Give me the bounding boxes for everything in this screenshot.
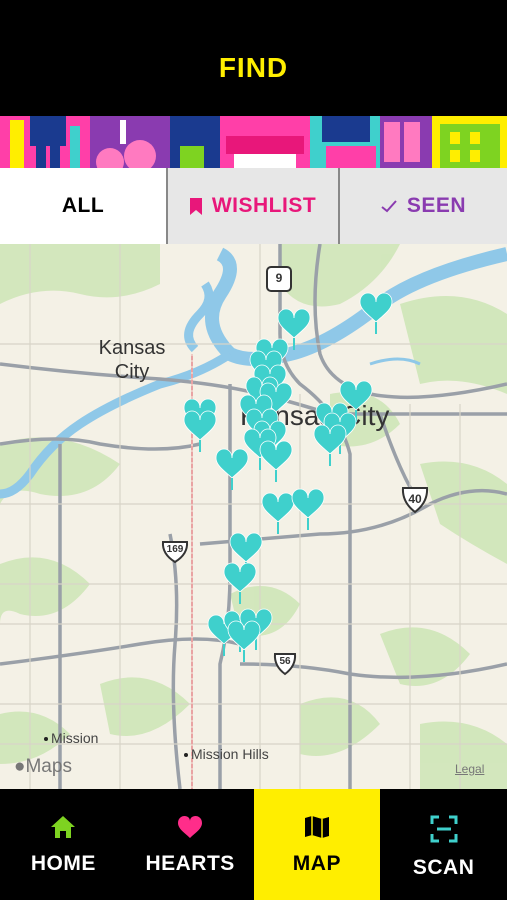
tab-hearts-label: HEARTS xyxy=(145,852,235,875)
map-markers xyxy=(183,292,393,663)
home-icon xyxy=(50,815,76,844)
heart-marker[interactable] xyxy=(183,410,217,453)
scan-icon xyxy=(430,815,458,848)
tab-map[interactable]: MAP xyxy=(253,789,381,900)
heart-marker[interactable] xyxy=(291,488,325,531)
filter-seen-label: SEEN xyxy=(406,194,467,217)
tab-home[interactable]: HOME xyxy=(0,789,127,900)
map-view[interactable]: Kansas City Kansas City Mission Mission … xyxy=(0,244,507,789)
city-illustration-banner xyxy=(0,116,507,168)
checkmark-icon xyxy=(381,199,397,213)
filter-tabs: ALL WISHLIST SEEN xyxy=(0,168,507,244)
tab-map-label: MAP xyxy=(292,852,341,875)
page-title: FIND xyxy=(218,52,289,83)
map-icon xyxy=(304,815,330,844)
filter-seen-button[interactable]: SEEN xyxy=(340,168,507,244)
tab-hearts[interactable]: HEARTS xyxy=(127,789,254,900)
apple-logo-icon: ● xyxy=(14,756,26,777)
heart-marker[interactable] xyxy=(313,424,347,467)
heart-marker[interactable] xyxy=(223,562,257,605)
filter-all-button[interactable]: ALL xyxy=(0,168,168,244)
legal-link[interactable]: Legal xyxy=(455,762,484,776)
tab-scan[interactable]: SCAN xyxy=(380,789,507,900)
bottom-tab-bar: HOME HEARTS MAP SCAN xyxy=(0,789,507,900)
filter-wishlist-label: WISHLIST xyxy=(211,194,317,217)
tab-home-label: HOME xyxy=(30,852,96,875)
header: FIND xyxy=(0,0,507,116)
heart-marker[interactable] xyxy=(215,448,249,491)
heart-marker-group xyxy=(183,292,393,663)
heart-icon xyxy=(177,815,203,844)
heart-marker[interactable] xyxy=(259,440,293,483)
tab-scan-label: SCAN xyxy=(412,856,475,879)
filter-all-label: ALL xyxy=(61,194,105,217)
apple-maps-attribution: ●Maps xyxy=(14,756,72,777)
heart-marker[interactable] xyxy=(359,292,393,335)
bookmark-icon xyxy=(189,197,202,215)
filter-wishlist-button[interactable]: WISHLIST xyxy=(168,168,340,244)
heart-marker[interactable] xyxy=(261,492,295,535)
